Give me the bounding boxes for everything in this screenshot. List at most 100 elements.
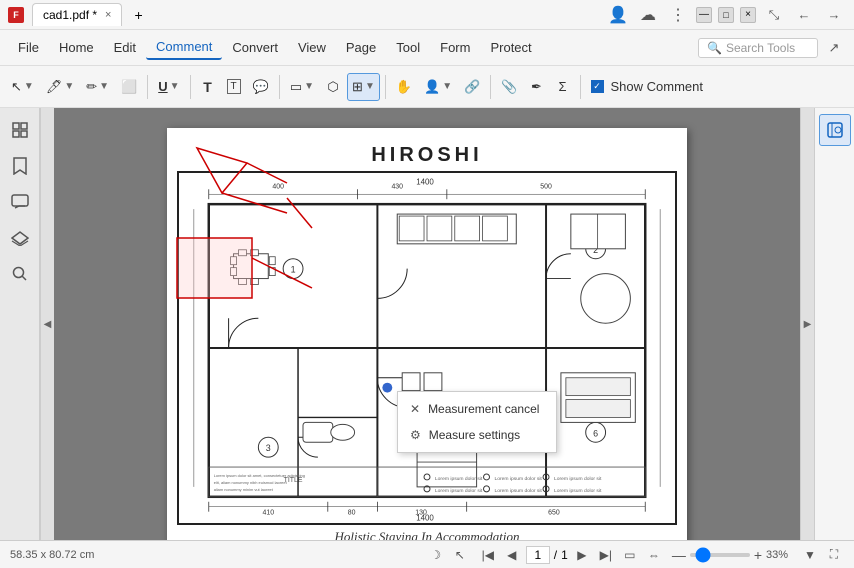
cancel-icon: ✕ [410,402,420,416]
person-tool-btn[interactable]: 👤 ▼ [419,73,457,101]
fit-width-btn[interactable]: ⇔ [644,545,664,565]
attachment-tool-btn[interactable]: 📎 [496,73,522,101]
sep6 [580,75,581,99]
svg-text:Lorem ipsum dolor sit: Lorem ipsum dolor sit [554,476,602,482]
right-panel-icon[interactable] [819,114,851,146]
show-comment-toggle[interactable]: ✓ Show Comment [586,73,708,101]
stamp-icon: ⬡ [327,79,338,95]
eraser-tool-btn[interactable]: ⬜ [116,73,142,101]
underline-tool-btn[interactable]: U ▼ [153,73,184,101]
cloud-icon[interactable]: ☁ [636,3,660,27]
zoom-out-btn[interactable]: — [672,547,686,563]
menu-comment[interactable]: Comment [146,35,222,60]
expand-icon[interactable]: ⤡ [762,3,786,27]
sidebar-search-btn[interactable] [6,260,34,288]
svg-text:500: 500 [540,183,552,190]
tab-close-btn[interactable]: × [105,9,111,21]
page-dimensions: 58.35 x 80.72 cm [10,549,418,561]
hand-scroll-btn[interactable]: ☽ [426,545,446,565]
statusbar: 58.35 x 80.72 cm ☽ ↖ |◀ ◀ 1 / 1 ▶ ▶| ▭ ⇔… [0,540,854,568]
document-tab[interactable]: cad1.pdf * × [32,3,122,26]
zoom-percent: 33% [766,549,796,561]
new-tab-btn[interactable]: + [124,3,152,27]
fullscreen-btn[interactable]: ⛶ [824,545,844,565]
menu-protect[interactable]: Protect [480,36,541,59]
textbox-tool-btn[interactable]: T [222,73,246,101]
context-menu-cancel-label: Measurement cancel [428,402,539,416]
annotation-tool-btn[interactable]: 🖊 ▼ [41,73,79,101]
measurement-tool-btn[interactable]: ⊞ ▼ [347,73,380,101]
context-menu-settings[interactable]: ⚙ Measure settings [398,422,556,448]
svg-text:650: 650 [548,510,560,517]
prev-page-btn[interactable]: ◀ [502,545,522,565]
left-sidebar [0,108,40,540]
zoom-dropdown-btn[interactable]: ▼ [800,545,820,565]
pen-tool-btn[interactable]: ✏ ▼ [81,73,114,101]
context-menu-cancel[interactable]: ✕ Measurement cancel [398,396,556,422]
right-collapse-btn[interactable]: ▶ [800,108,814,540]
menu-form[interactable]: Form [430,36,480,59]
svg-text:Lorem ipsum dolor sit: Lorem ipsum dolor sit [435,476,483,482]
formula-tool-btn[interactable]: Σ [551,73,575,101]
toolbar: ↖ ▼ 🖊 ▼ ✏ ▼ ⬜ U ▼ T T 💬 ▭ ▼ ⬡ ⊞ ▼ ✋ [0,66,854,108]
more-options-icon[interactable]: ⋮ [666,3,690,27]
pdf-page: HIROSHI 400 430 500 140 [167,128,687,540]
titlebar: F cad1.pdf * × + 👤 ☁ ⋮ — □ × ⤡ ← → [0,0,854,30]
next-page-btn[interactable]: ▶ [572,545,592,565]
sidebar-comment-btn[interactable] [6,188,34,216]
zoom-in-btn[interactable]: + [754,547,762,563]
page-total: 1 [561,548,568,562]
link-tool-btn[interactable]: 🔗 [459,73,485,101]
select-tool-btn[interactable]: ↖ [450,545,470,565]
comment-icon [11,194,29,210]
account-icon[interactable]: 👤 [606,3,630,27]
external-link-icon[interactable]: ↗ [822,36,846,60]
signature-tool-btn[interactable]: ✒ [525,73,549,101]
window-maximize-btn[interactable]: □ [718,7,734,23]
right-panel-tool-icon [825,120,845,140]
forward-icon[interactable]: → [822,3,846,27]
eraser-icon: ⬜ [121,79,137,95]
underline-icon: U [158,79,167,94]
last-page-btn[interactable]: ▶| [596,545,616,565]
menu-view[interactable]: View [288,36,336,59]
callout-icon: 💬 [253,79,269,95]
menu-page[interactable]: Page [336,36,386,59]
stamp-tool-btn[interactable]: ⬡ [321,73,345,101]
person-dropdown-icon: ▼ [442,81,452,92]
svg-text:elit, aliam nonummy nibh euism: elit, aliam nonummy nibh euismod laoreet [214,480,288,485]
show-comment-checkbox[interactable]: ✓ [591,80,604,93]
sidebar-bookmark-btn[interactable] [6,152,34,180]
window-minimize-btn[interactable]: — [696,7,712,23]
page-area[interactable]: HIROSHI 400 430 500 140 [54,108,800,540]
menu-edit[interactable]: Edit [104,36,146,59]
callout-tool-btn[interactable]: 💬 [248,73,274,101]
tab-title: cad1.pdf * [43,8,97,22]
search-tools[interactable]: 🔍 Search Tools [698,38,818,58]
svg-text:80: 80 [348,510,356,517]
sidebar-layers-btn[interactable] [6,224,34,252]
zoom-slider[interactable] [690,553,750,557]
back-icon[interactable]: ← [792,3,816,27]
page-number-input[interactable]: 1 [526,546,550,564]
sep2 [190,75,191,99]
text-tool-btn[interactable]: T [196,73,220,101]
page-navigation: |◀ ◀ 1 / 1 ▶ ▶| ▭ ⇔ [478,545,664,565]
svg-text:3: 3 [266,443,271,453]
window-close-btn[interactable]: × [740,7,756,23]
app-icon: F [8,7,24,23]
left-collapse-btn[interactable]: ◀ [40,108,54,540]
person-icon: 👤 [424,79,440,95]
fit-page-btn[interactable]: ▭ [620,545,640,565]
show-comment-label: Show Comment [611,79,703,94]
sidebar-thumbnail-btn[interactable] [6,116,34,144]
svg-text:Lorem ipsum dolor sit: Lorem ipsum dolor sit [554,488,602,494]
hand-tool-btn[interactable]: ✋ [391,73,417,101]
cursor-tool-btn[interactable]: ↖ ▼ [6,73,39,101]
menu-home[interactable]: Home [49,36,104,59]
menu-tool[interactable]: Tool [386,36,430,59]
first-page-btn[interactable]: |◀ [478,545,498,565]
rectangle-tool-btn[interactable]: ▭ ▼ [285,73,319,101]
menu-convert[interactable]: Convert [222,36,288,59]
menu-file[interactable]: File [8,36,49,59]
